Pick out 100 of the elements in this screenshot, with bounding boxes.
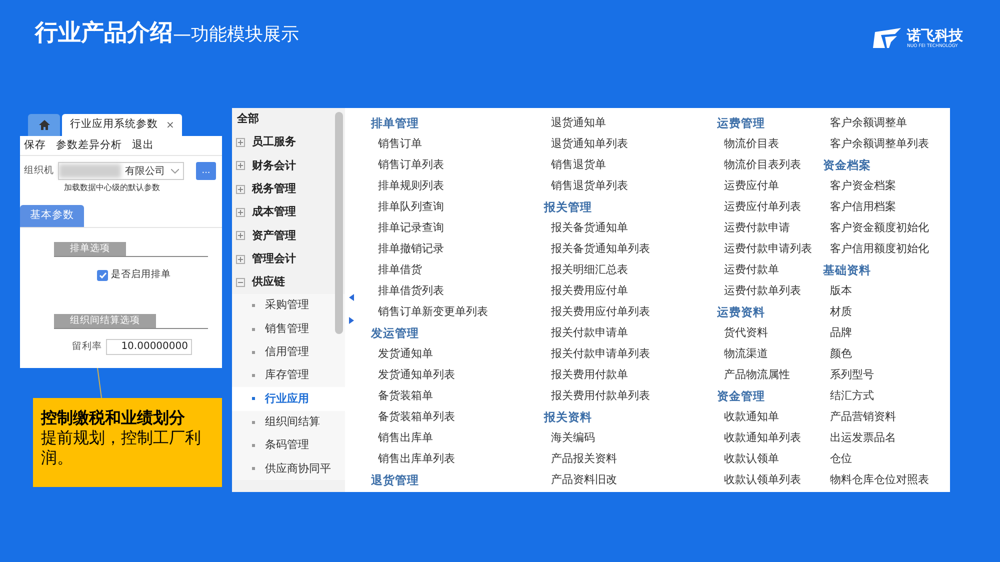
module-link[interactable]: 报关费用应付单列表 — [551, 304, 650, 321]
more-button[interactable]: ... — [196, 162, 216, 180]
tree-node[interactable]: 管理会计 — [252, 250, 296, 268]
module-link[interactable]: 排单借货列表 — [378, 283, 444, 300]
module-link[interactable]: 销售退货单列表 — [551, 178, 628, 195]
module-link[interactable]: 运费应付单 — [724, 178, 779, 195]
collapse-left-icon[interactable] — [348, 294, 354, 301]
tab-close-button[interactable]: × — [166, 118, 174, 132]
module-link[interactable]: 运费付款申请列表 — [724, 241, 812, 258]
module-link[interactable]: 物流渠道 — [724, 346, 768, 363]
module-link[interactable]: 报关费用付款单列表 — [551, 388, 650, 405]
module-link[interactable]: 报关备货通知单 — [551, 220, 628, 237]
tree-node[interactable]: 员工服务 — [252, 134, 296, 151]
module-link[interactable]: 客户资金额度初始化 — [830, 220, 929, 237]
module-link[interactable]: 运费付款申请 — [724, 220, 790, 237]
module-link[interactable]: 产品资料旧改 — [551, 472, 617, 489]
module-link[interactable]: 客户资金档案 — [830, 178, 896, 195]
module-link[interactable]: 退货通知单列表 — [551, 136, 628, 153]
module-link[interactable]: 运费付款单 — [724, 262, 779, 279]
module-link[interactable]: 系列型号 — [830, 367, 874, 384]
module-link[interactable]: 排单撤销记录 — [378, 241, 444, 258]
scrollbar[interactable] — [335, 112, 343, 334]
org-select[interactable]: 有限公司 — [58, 162, 184, 180]
module-link[interactable]: 客户余额调整单列表 — [830, 136, 929, 153]
tree-node[interactable]: 税务管理 — [252, 180, 296, 198]
tree-node[interactable]: 供应链 — [252, 274, 285, 291]
module-link[interactable]: 报关付款申请单列表 — [551, 346, 650, 363]
tab[interactable]: 行业应用系统参数 × — [62, 114, 182, 136]
tree-leaf[interactable]: 条码管理 — [232, 434, 345, 458]
module-link[interactable]: 运费应付单列表 — [724, 199, 801, 216]
module-link[interactable]: 客户信用档案 — [830, 199, 896, 216]
module-link[interactable]: 报关付款申请单 — [551, 325, 628, 342]
module-link[interactable]: 排单规则列表 — [378, 178, 444, 195]
group-heading: 组织间结算选项 — [54, 314, 156, 328]
checkmark-icon — [98, 272, 106, 279]
module-link[interactable]: 销售订单 — [378, 136, 422, 153]
module-link[interactable]: 海关编码 — [551, 430, 595, 447]
tree-node[interactable]: 资产管理 — [252, 228, 296, 244]
expand-icon[interactable] — [236, 231, 245, 240]
module-link[interactable]: 颜色 — [830, 346, 852, 363]
module-link[interactable]: 物流价目表列表 — [724, 157, 801, 174]
module-link[interactable]: 收款通知单 — [724, 409, 779, 426]
module-link[interactable]: 收款通知单列表 — [724, 430, 801, 447]
toolbar-action[interactable]: 参数差异分析 — [56, 138, 122, 154]
module-link[interactable]: 排单借货 — [378, 262, 422, 279]
toolbar-action[interactable]: 保存 — [24, 138, 46, 154]
toolbar-action[interactable]: 退出 — [132, 138, 154, 154]
tree-leaf[interactable]: 采购管理 — [232, 294, 345, 318]
module-link[interactable]: 报关明细汇总表 — [551, 262, 628, 279]
module-link[interactable]: 产品物流属性 — [724, 367, 790, 384]
tree-leaf[interactable]: 库存管理 — [232, 364, 345, 388]
tree-root[interactable]: 全部 — [237, 111, 259, 128]
module-link[interactable]: 仓位 — [830, 451, 852, 468]
module-link[interactable]: 版本 — [830, 283, 852, 300]
module-link[interactable]: 产品报关资料 — [551, 451, 617, 468]
module-link[interactable]: 物流价目表 — [724, 136, 779, 153]
module-link[interactable]: 备货装箱单 — [378, 388, 433, 405]
tree-leaf[interactable]: 组织间结算 — [232, 410, 345, 434]
module-link[interactable]: 退货通知单 — [551, 115, 606, 132]
module-link[interactable]: 排单记录查询 — [378, 220, 444, 237]
module-link[interactable]: 销售订单列表 — [378, 157, 444, 174]
expand-icon[interactable] — [236, 184, 245, 194]
module-link[interactable]: 销售退货单 — [551, 157, 606, 174]
module-link[interactable]: 销售出库单 — [378, 430, 433, 447]
expand-right-icon[interactable] — [348, 317, 354, 324]
tree-leaf[interactable]: 行业应用 — [232, 387, 345, 411]
expand-icon[interactable] — [236, 138, 245, 148]
expand-icon[interactable] — [236, 208, 245, 218]
expand-icon[interactable] — [236, 161, 245, 170]
module-link[interactable]: 销售订单新变更单列表 — [378, 304, 488, 321]
module-link[interactable]: 收款认领单列表 — [724, 472, 801, 489]
module-link[interactable]: 报关费用应付单 — [551, 283, 628, 300]
module-link[interactable]: 客户余额调整单 — [830, 115, 907, 132]
module-link[interactable]: 销售出库单列表 — [378, 451, 455, 468]
module-link[interactable]: 发货通知单 — [378, 346, 433, 363]
module-link[interactable]: 报关备货通知单列表 — [551, 241, 650, 258]
expand-icon[interactable] — [236, 254, 245, 264]
tree-leaf[interactable]: 销售管理 — [232, 317, 345, 341]
tree-leaf[interactable]: 信用管理 — [232, 340, 345, 364]
module-link[interactable]: 产品营销资料 — [830, 409, 896, 426]
module-link[interactable]: 物料仓库仓位对照表 — [830, 472, 929, 489]
tree-leaf[interactable]: 供应商协同平 — [232, 457, 345, 480]
module-link[interactable]: 收款认领单 — [724, 451, 779, 468]
module-link[interactable]: 报关费用付款单 — [551, 367, 628, 384]
collapse-icon[interactable] — [236, 278, 245, 287]
module-link[interactable]: 发货通知单列表 — [378, 367, 455, 384]
module-link[interactable]: 材质 — [830, 304, 852, 321]
module-link[interactable]: 品牌 — [830, 325, 852, 342]
module-link[interactable]: 结汇方式 — [830, 388, 874, 405]
module-link[interactable]: 货代资料 — [724, 325, 768, 342]
module-link[interactable]: 运费付款单列表 — [724, 283, 801, 300]
rate-input-field[interactable]: 10.00000000 — [106, 339, 192, 355]
module-link[interactable]: 备货装箱单列表 — [378, 409, 455, 426]
module-link[interactable]: 客户信用额度初始化 — [830, 241, 929, 258]
tree-node[interactable]: 财务会计 — [252, 158, 296, 174]
tree-node[interactable]: 成本管理 — [252, 204, 296, 221]
module-link[interactable]: 排单队列查询 — [378, 199, 444, 216]
checkbox[interactable] — [97, 270, 108, 281]
home-tab[interactable] — [28, 114, 60, 136]
module-link[interactable]: 出运发票品名 — [830, 430, 896, 447]
